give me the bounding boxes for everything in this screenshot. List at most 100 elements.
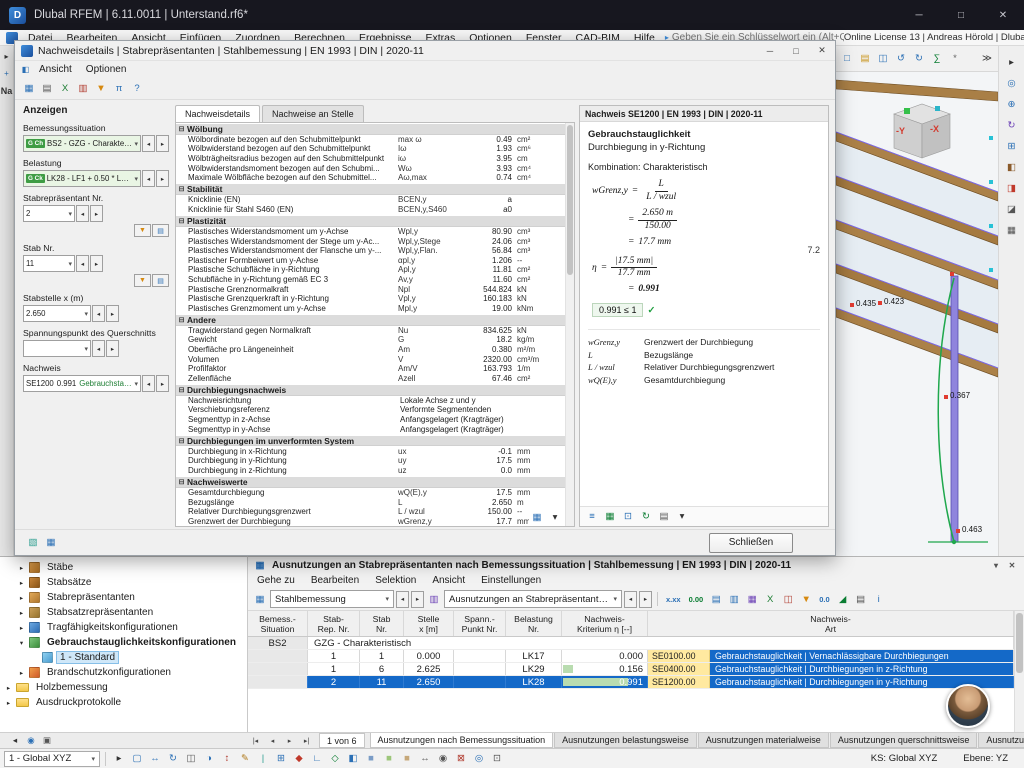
- chevron-down-icon[interactable]: ▾: [17, 639, 26, 647]
- settings-icon[interactable]: *: [947, 51, 963, 67]
- full-view-icon[interactable]: ⊡: [489, 751, 505, 767]
- view-grid-icon[interactable]: ⊞: [1004, 138, 1020, 154]
- detail-row[interactable]: Maximale Wölbfläche bezogen auf den Schu…: [176, 173, 565, 183]
- prev-button[interactable]: ◂: [142, 375, 155, 392]
- tree-item[interactable]: ▾Gebrauchstauglichkeitskonfigurationen: [0, 635, 247, 650]
- color-palette-icon[interactable]: ◨: [1004, 180, 1020, 196]
- prev-button[interactable]: ◂: [624, 591, 637, 608]
- units-icon[interactable]: π: [111, 81, 127, 97]
- prev-button[interactable]: ◂: [142, 135, 155, 152]
- rotate-view-icon[interactable]: ↻: [1004, 117, 1020, 133]
- detail-row[interactable]: GewichtG18.2kg/m: [176, 335, 565, 345]
- prev-button[interactable]: ◂: [76, 205, 89, 222]
- navigator-icon[interactable]: ≡: [584, 509, 600, 525]
- detail-row[interactable]: VolumenV2320.00cm³/m: [176, 354, 565, 364]
- collapse-icon[interactable]: ⊟: [176, 478, 187, 486]
- section-header[interactable]: ⊟Andere: [176, 315, 565, 326]
- detail-row[interactable]: Schubfläche in y-Richtung gemäß EC 3Av,y…: [176, 275, 565, 285]
- schliessen-button[interactable]: Schließen: [709, 533, 793, 553]
- collapse-icon[interactable]: ⊟: [176, 316, 187, 324]
- detail-row[interactable]: Durchbiegung in x-Richtungux-0.1mm: [176, 446, 565, 456]
- table-compact-icon[interactable]: ▥: [726, 591, 742, 607]
- column-header[interactable]: Nachweis-Kriterium η [--]: [562, 611, 648, 636]
- copy-icon[interactable]: ◫: [183, 751, 199, 767]
- fit-view-icon[interactable]: ⊡: [620, 509, 636, 525]
- scrollbar[interactable]: [1014, 611, 1024, 732]
- eye-icon[interactable]: ◉: [24, 734, 38, 747]
- stab-select[interactable]: 11 ▾: [23, 255, 75, 272]
- table-export-icon[interactable]: ▦: [744, 591, 760, 607]
- menu-dropdown-icon[interactable]: ▾: [547, 509, 563, 525]
- move-icon[interactable]: ↔: [147, 751, 163, 767]
- table-tab[interactable]: Ausnutzungen belastungsweise: [554, 733, 697, 748]
- section-view-icon[interactable]: ◪: [1004, 201, 1020, 217]
- results-menu-item[interactable]: Bearbeiten: [304, 575, 366, 586]
- results-panel-titlebar[interactable]: ▦ Ausnutzungen an Stabrepräsentanten nac…: [248, 557, 1024, 573]
- filter-icon[interactable]: ▼: [798, 591, 814, 607]
- help-icon[interactable]: ?: [129, 81, 145, 97]
- user-avatar[interactable]: [946, 684, 990, 728]
- more-icon[interactable]: ≫: [979, 51, 995, 67]
- grid-icon[interactable]: ⊞: [273, 751, 289, 767]
- select-arrow-icon[interactable]: ▸: [1004, 54, 1020, 70]
- tree-item[interactable]: ▸Ausdruckprotokolle: [0, 695, 247, 710]
- pin-icon[interactable]: ▾: [988, 558, 1004, 572]
- filter-icon[interactable]: ▼: [134, 274, 151, 287]
- edit-icon[interactable]: ✎: [237, 751, 253, 767]
- detail-row[interactable]: Plastisches Grenzmoment um y-AchseMpl,y1…: [176, 303, 565, 313]
- section-header[interactable]: ⊟Durchbiegungen im unverformten System: [176, 436, 565, 447]
- measure-icon[interactable]: ↔: [417, 751, 433, 767]
- detail-row[interactable]: Wölbordinate bezogen auf den Schubmittel…: [176, 135, 565, 145]
- next-button[interactable]: ▸: [156, 135, 169, 152]
- select-mode-icon[interactable]: ▸: [111, 751, 127, 767]
- chevron-right-icon[interactable]: ▸: [4, 684, 13, 692]
- pan-hand-icon[interactable]: ⊕: [1004, 96, 1020, 112]
- prev-button[interactable]: ◂: [76, 255, 89, 272]
- column-header[interactable]: Spann.-Punkt Nr.: [454, 611, 506, 636]
- dialog-titlebar[interactable]: Nachweisdetails | Stabrepräsentanten | S…: [15, 41, 835, 61]
- redo-icon[interactable]: ↻: [911, 51, 927, 67]
- next-button[interactable]: ▸: [106, 340, 119, 357]
- ole-export-icon[interactable]: ◫: [780, 591, 796, 607]
- section-header[interactable]: ⊟Wölbung: [176, 124, 565, 135]
- chevron-right-icon[interactable]: ▸: [17, 669, 26, 677]
- chevron-right-icon[interactable]: ▸: [17, 624, 26, 632]
- detail-row[interactable]: GesamtdurchbiegungwQ(E),y17.5mm: [176, 488, 565, 498]
- chevron-right-icon[interactable]: ▸: [17, 609, 26, 617]
- detail-row[interactable]: Tragwiderstand gegen NormalkraftNu834.62…: [176, 326, 565, 336]
- next-button[interactable]: ▸: [106, 305, 119, 322]
- stabstelle-select[interactable]: 2.650 ▾: [23, 305, 91, 322]
- next-button[interactable]: ▸: [156, 375, 169, 392]
- decimal-places-icon[interactable]: 0.0: [816, 591, 832, 607]
- next-page-icon[interactable]: ▸: [282, 733, 297, 748]
- plane-yz-icon[interactable]: ■: [381, 751, 397, 767]
- tree-item[interactable]: ▸Holzbemessung: [0, 680, 247, 695]
- table-tab[interactable]: Ausnutzungen nach Bemessungssituation: [370, 733, 554, 748]
- detail-row[interactable]: Relativer DurchbiegungsgrenzwertL / wzul…: [176, 507, 565, 517]
- detail-row[interactable]: Segmenttyp in z-AchseAnfangsgelagert (Kr…: [176, 415, 565, 425]
- print-icon[interactable]: ▤: [39, 81, 55, 97]
- column-header[interactable]: BelastungNr.: [506, 611, 562, 636]
- ortho-icon[interactable]: ∟: [309, 751, 325, 767]
- work-plane-icon[interactable]: ◧: [345, 751, 361, 767]
- section-header[interactable]: ⊟Stabilität: [176, 184, 565, 195]
- values-display-icon[interactable]: x.xx: [663, 591, 684, 607]
- table-tab[interactable]: Ausnutzungen querschnittsweise: [830, 733, 978, 748]
- dialog-menu-item[interactable]: Optionen: [80, 63, 133, 76]
- next-button[interactable]: ▸: [639, 591, 652, 608]
- detail-row[interactable]: BezugslängeL2.650m: [176, 497, 565, 507]
- chevron-right-icon[interactable]: ▸: [17, 579, 26, 587]
- result-table-dropdown[interactable]: Ausnutzungen an Stabrepräsentanten ▾: [444, 590, 622, 608]
- chevron-right-icon[interactable]: ▸: [17, 564, 26, 572]
- table-tab[interactable]: Ausnutzungen nach Stab...: [978, 733, 1024, 748]
- detail-row[interactable]: Durchbiegung in y-Richtunguy17.5mm: [176, 456, 565, 466]
- column-header[interactable]: StabNr.: [360, 611, 404, 636]
- detail-row[interactable]: Plastischer Formbeiwert um y-Achseαpl,y1…: [176, 255, 565, 265]
- object-snap-icon[interactable]: ◇: [327, 751, 343, 767]
- collapse-icon[interactable]: ⊟: [176, 125, 187, 133]
- prev-page-icon[interactable]: ◂: [265, 733, 280, 748]
- dimension-icon[interactable]: ↕: [219, 751, 235, 767]
- close-button[interactable]: ✕: [982, 0, 1024, 30]
- section-header[interactable]: ⊟Durchbiegungsnachweis: [176, 385, 565, 396]
- dialog-minimize-button[interactable]: ─: [757, 41, 783, 60]
